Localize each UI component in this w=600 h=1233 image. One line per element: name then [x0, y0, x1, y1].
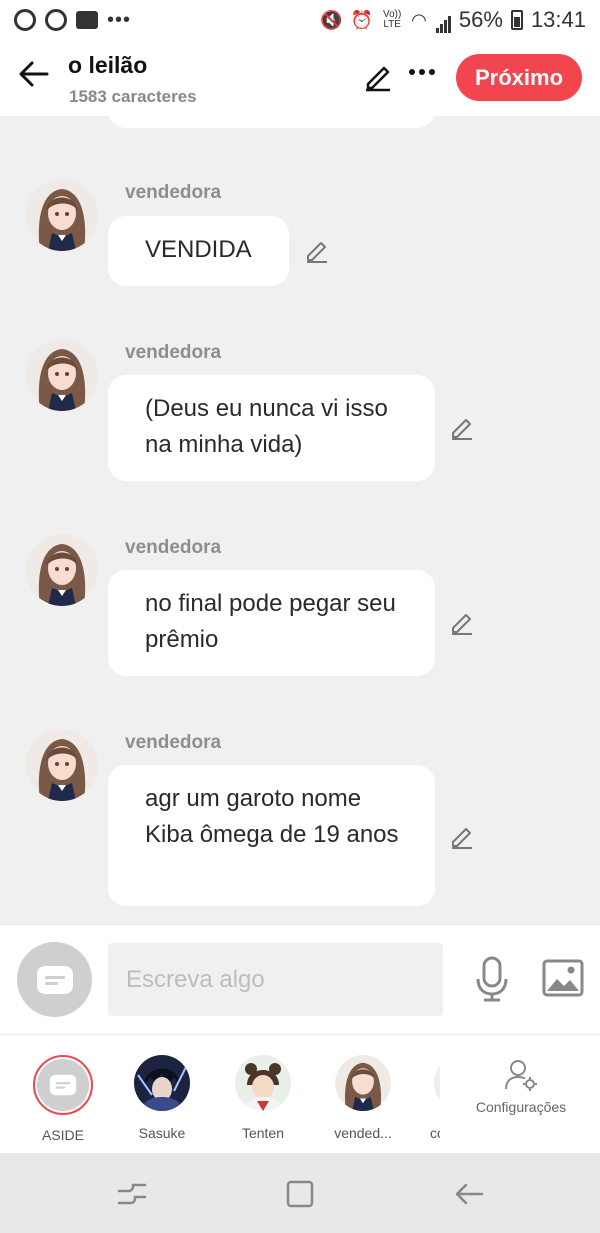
next-button[interactable]: Próximo: [456, 54, 582, 101]
avatar[interactable]: [26, 534, 98, 606]
edit-title-button[interactable]: [362, 60, 394, 92]
avatar: [335, 1055, 391, 1111]
message-text: agr um garoto nome Kiba ômega de 19 anos: [145, 785, 399, 848]
home-button[interactable]: [283, 1177, 317, 1211]
character-label: Tenten: [241, 1125, 285, 1141]
pencil-icon: [452, 828, 472, 849]
sender-name: vendedora: [125, 182, 222, 203]
vendedora-avatar-icon: [26, 339, 98, 411]
character-tenten[interactable]: Tenten: [218, 1055, 308, 1141]
mute-icon: 🔇: [320, 9, 343, 30]
image-button[interactable]: [542, 959, 584, 997]
edit-message-button[interactable]: [448, 413, 476, 441]
message-input[interactable]: [108, 943, 443, 1016]
vendedora-avatar-icon: [26, 179, 98, 251]
message-bubble[interactable]: (Deus eu nunca vi isso na minha vida): [108, 375, 435, 481]
notification-icons: •••: [0, 8, 600, 924]
recent-apps-button[interactable]: [115, 1177, 149, 1211]
message-bubble[interactable]: VENDIDA: [108, 216, 289, 286]
message-text: (Deus eu nunca vi isso na minha vida): [145, 395, 388, 458]
chat-area[interactable]: vendedora VENDIDA vendedora (Deus eu nun…: [0, 116, 600, 924]
pencil-icon: [307, 242, 327, 263]
settings-label: Configurações: [475, 1099, 567, 1115]
chat-bubble-icon: [49, 1074, 77, 1096]
character-aside[interactable]: ASIDE: [18, 1055, 108, 1143]
avatar[interactable]: [26, 729, 98, 801]
pencil-icon: [366, 66, 390, 92]
arrow-left-icon: [19, 61, 49, 87]
system-nav-bar: [0, 1153, 600, 1233]
vendedora-avatar-icon: [335, 1055, 391, 1111]
character-label: vended...: [334, 1125, 392, 1141]
message-text: VENDIDA: [145, 236, 252, 263]
image-icon: [542, 959, 584, 997]
microphone-icon: [476, 956, 508, 1002]
composer-bar: [0, 924, 600, 1034]
vendedora-avatar-icon: [26, 534, 98, 606]
edit-message-button[interactable]: [303, 236, 331, 264]
more-dots-icon: [409, 69, 435, 75]
character-sasuke[interactable]: Sasuke: [117, 1055, 207, 1141]
character-partial[interactable]: co: [418, 1055, 440, 1141]
sender-name: vendedora: [125, 342, 222, 363]
character-label: co: [430, 1125, 440, 1141]
vendedora-avatar-icon: [26, 729, 98, 801]
edit-message-button[interactable]: [448, 608, 476, 636]
battery-percent: 56%: [458, 7, 503, 32]
avatar: [33, 1055, 93, 1115]
recent-apps-icon: [117, 1183, 147, 1205]
gallery-icon: [76, 11, 98, 29]
sender-name: vendedora: [125, 537, 222, 558]
app-header: o leilão 1583 caracteres Próximo: [0, 40, 600, 116]
character-vendedora[interactable]: vended...: [318, 1055, 408, 1141]
wifi-icon: ◠: [411, 9, 427, 30]
character-selector: ASIDE Sasuke Tenten vended... co: [0, 1034, 600, 1153]
lte-label: Vo)) LTE: [383, 9, 402, 30]
battery-icon: [510, 10, 523, 30]
sasuke-avatar-icon: [134, 1055, 190, 1111]
aside-toggle-button[interactable]: [17, 942, 92, 1017]
user-settings-icon: [505, 1060, 537, 1091]
page-title: o leilão: [68, 52, 148, 78]
avatar: [134, 1055, 190, 1111]
clock: 13:41: [530, 7, 586, 32]
character-count: 1583 caracteres: [69, 87, 197, 106]
whatsapp-icon: [14, 9, 36, 31]
pencil-icon: [452, 419, 472, 440]
more-options-button[interactable]: [408, 62, 438, 86]
previous-message-bubble: [108, 116, 435, 128]
more-notifications-icon: •••: [107, 8, 132, 31]
alarm-icon: ⏰: [350, 9, 374, 30]
back-arrow-icon: [455, 1183, 484, 1205]
signal-icon: [435, 7, 451, 33]
character-label: ASIDE: [41, 1127, 84, 1143]
back-button[interactable]: [16, 56, 52, 92]
pinterest-icon: [45, 9, 67, 31]
message-bubble[interactable]: no final pode pegar seu prêmio: [108, 570, 435, 676]
character-label: Sasuke: [138, 1125, 186, 1141]
sender-name: vendedora: [125, 732, 222, 753]
chat-bubble-icon: [36, 965, 73, 994]
avatar: [434, 1055, 440, 1111]
microphone-button[interactable]: [474, 955, 510, 1003]
settings-button[interactable]: Configurações: [465, 1057, 577, 1115]
system-back-button[interactable]: [452, 1177, 486, 1211]
avatar[interactable]: [26, 179, 98, 251]
avatar[interactable]: [26, 339, 98, 411]
tenten-avatar-icon: [235, 1055, 291, 1111]
edit-message-button[interactable]: [448, 822, 476, 850]
message-text: no final pode pegar seu prêmio: [145, 590, 396, 653]
message-bubble[interactable]: agr um garoto nome Kiba ômega de 19 anos: [108, 765, 435, 906]
avatar: [235, 1055, 291, 1111]
status-bar: ••• 🔇 ⏰ Vo)) LTE ◠ 56% 13:41: [0, 0, 600, 924]
home-icon: [286, 1180, 314, 1208]
pencil-icon: [452, 614, 472, 635]
